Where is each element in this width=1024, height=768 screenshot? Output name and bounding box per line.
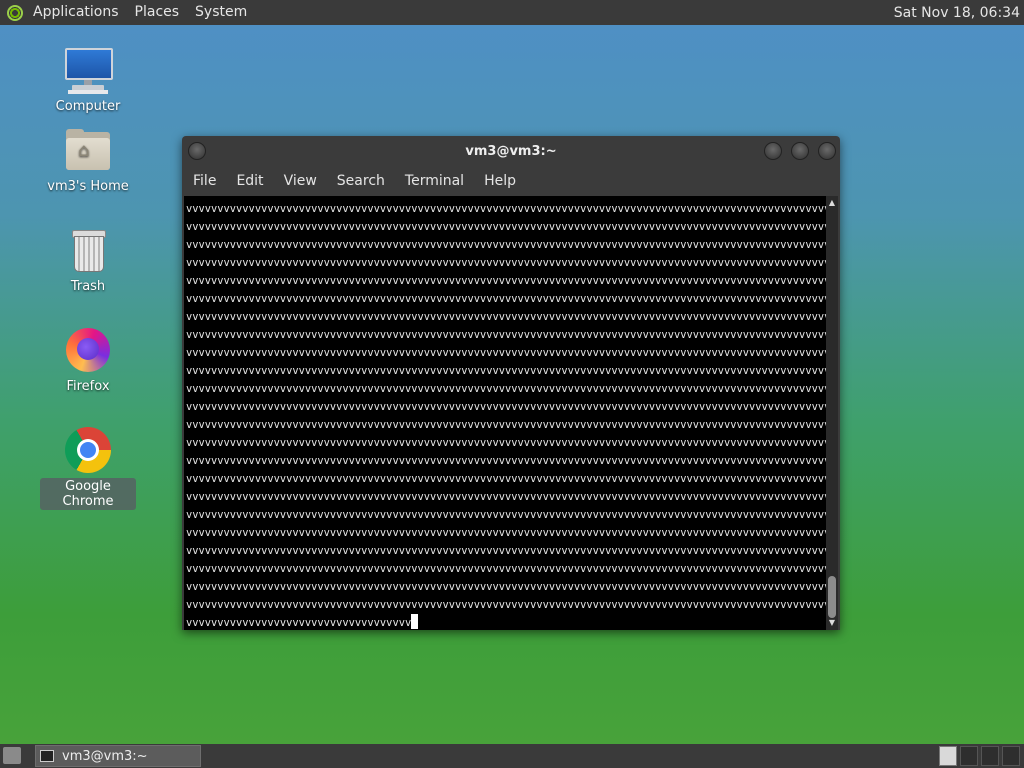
maximize-button[interactable] bbox=[791, 142, 809, 160]
chrome-icon bbox=[64, 426, 112, 474]
desktop-icon-label: vm3's Home bbox=[47, 179, 129, 194]
desktop-icon-label: Computer bbox=[55, 99, 121, 114]
terminal-text: vvvvvvvvvvvvvvvvvvvvvvvvvvvvvvvvvvvvvvvv… bbox=[186, 203, 826, 629]
menu-view[interactable]: View bbox=[274, 173, 327, 189]
menu-applications[interactable]: Applications bbox=[25, 0, 127, 25]
top-panel: Applications Places System Sat Nov 18, 0… bbox=[0, 0, 1024, 25]
minimize-button[interactable] bbox=[764, 142, 782, 160]
menu-file[interactable]: File bbox=[182, 173, 226, 189]
menu-system[interactable]: System bbox=[187, 0, 255, 25]
bottom-panel: vm3@vm3:~ bbox=[0, 744, 1024, 768]
scroll-up-arrow-icon[interactable]: ▲ bbox=[826, 198, 838, 208]
scroll-down-arrow-icon[interactable]: ▼ bbox=[826, 618, 838, 628]
window-titlebar[interactable]: vm3@vm3:~ bbox=[182, 136, 840, 166]
terminal-output[interactable]: vvvvvvvvvvvvvvvvvvvvvvvvvvvvvvvvvvvvvvvv… bbox=[184, 196, 826, 630]
trash-icon bbox=[64, 226, 112, 274]
terminal-window: vm3@vm3:~ File Edit View Search Terminal… bbox=[182, 136, 840, 630]
taskbar-item-terminal[interactable]: vm3@vm3:~ bbox=[35, 745, 201, 767]
window-menu-button[interactable] bbox=[188, 142, 206, 160]
menu-help[interactable]: Help bbox=[474, 173, 526, 189]
workspace-1[interactable] bbox=[939, 746, 957, 766]
firefox-icon bbox=[64, 326, 112, 374]
close-button[interactable] bbox=[818, 142, 836, 160]
window-title: vm3@vm3:~ bbox=[465, 143, 557, 159]
terminal-icon bbox=[40, 750, 54, 762]
scrollbar-thumb[interactable] bbox=[828, 576, 836, 618]
applications-logo-icon[interactable] bbox=[7, 4, 23, 21]
menu-places[interactable]: Places bbox=[127, 0, 188, 25]
clock[interactable]: Sat Nov 18, 06:34 bbox=[894, 5, 1024, 21]
desktop-icon-label: Trash bbox=[70, 279, 106, 294]
terminal-menubar: File Edit View Search Terminal Help bbox=[182, 168, 840, 194]
desktop-icon-trash[interactable]: Trash bbox=[40, 226, 136, 295]
desktop-icon-firefox[interactable]: Firefox bbox=[40, 326, 136, 395]
desktop-icon-label: Google Chrome bbox=[40, 478, 136, 510]
workspace-4[interactable] bbox=[1002, 746, 1020, 766]
desktop-icon-google-chrome[interactable]: Google Chrome bbox=[40, 426, 136, 510]
workspace-3[interactable] bbox=[981, 746, 999, 766]
desktop-icon-computer[interactable]: Computer bbox=[40, 46, 136, 115]
taskbar-item-label: vm3@vm3:~ bbox=[62, 748, 148, 764]
workspace-2[interactable] bbox=[960, 746, 978, 766]
terminal-scrollbar[interactable]: ▲ ▼ bbox=[826, 196, 838, 630]
menu-terminal[interactable]: Terminal bbox=[395, 173, 474, 189]
desktop-icon-label: Firefox bbox=[66, 379, 110, 394]
menu-edit[interactable]: Edit bbox=[226, 173, 273, 189]
computer-icon bbox=[64, 46, 113, 94]
show-desktop-icon[interactable] bbox=[3, 747, 21, 764]
menu-search[interactable]: Search bbox=[327, 173, 395, 189]
desktop-icon-home[interactable]: ⌂ vm3's Home bbox=[40, 126, 136, 195]
home-folder-icon: ⌂ bbox=[64, 126, 112, 174]
terminal-cursor bbox=[411, 614, 419, 629]
